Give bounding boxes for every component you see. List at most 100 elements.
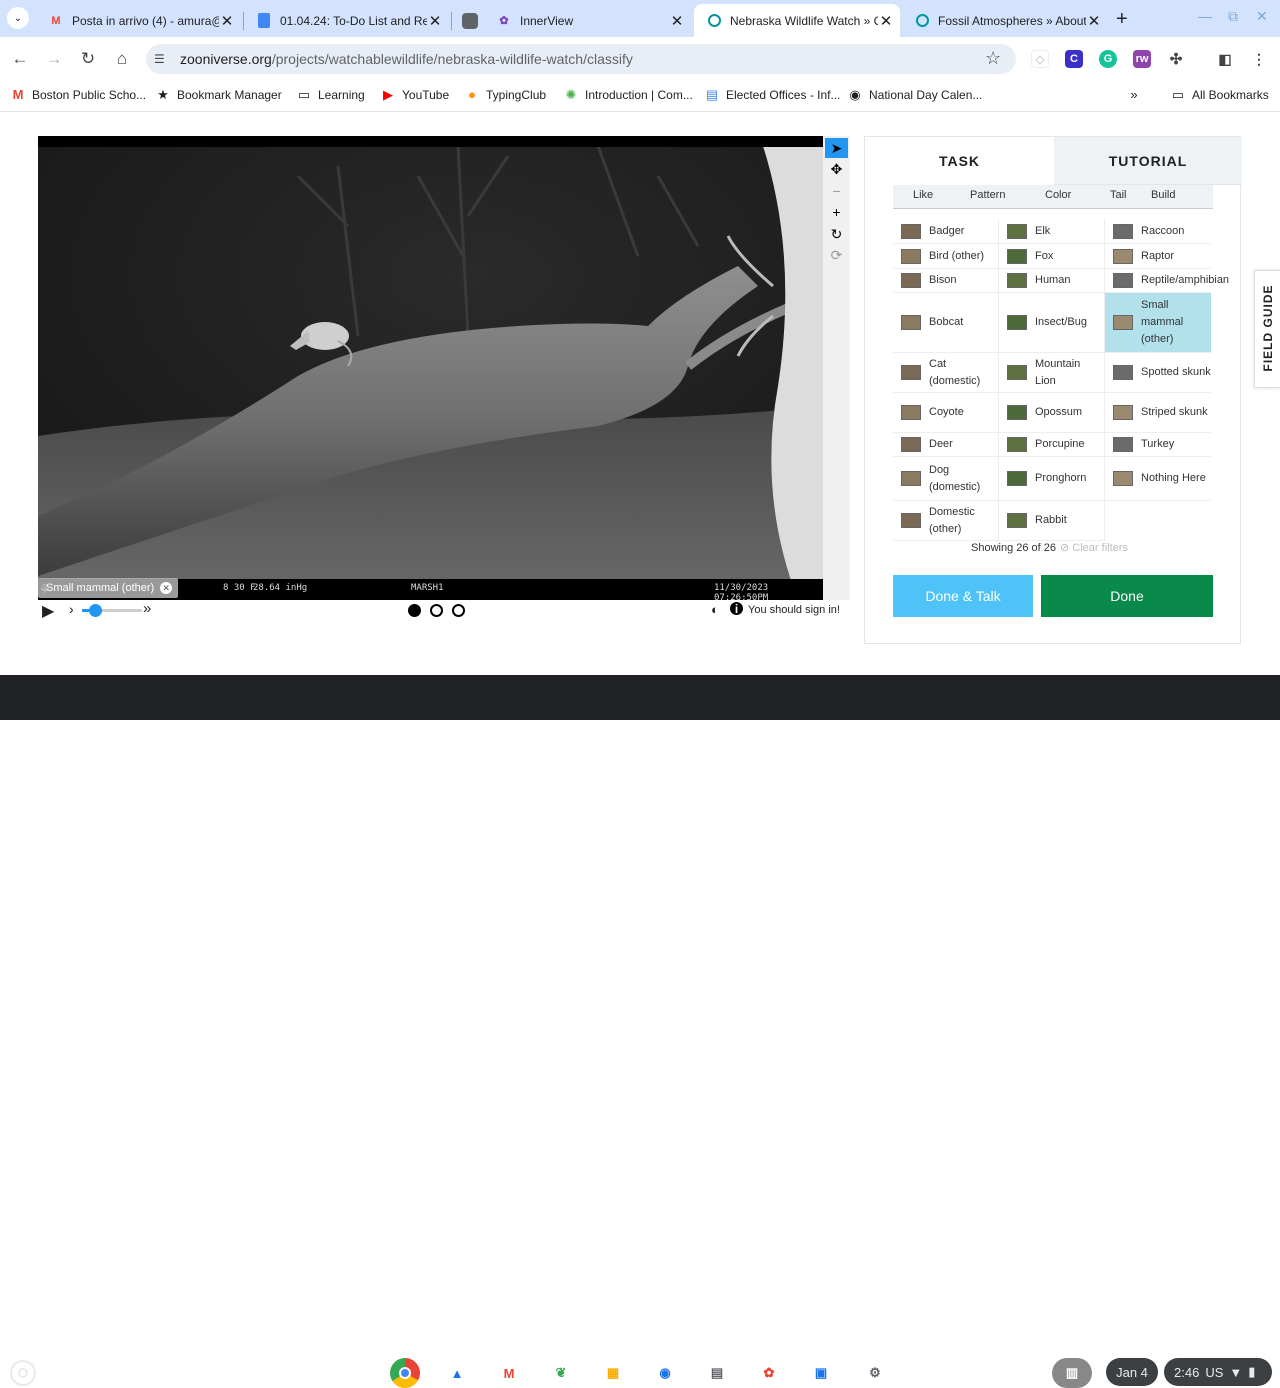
home-icon[interactable]: ⌂	[112, 49, 132, 69]
bookmark-item[interactable]: ◉ National Day Calen...	[847, 87, 982, 103]
species-option-small-mammal-other[interactable]: Small mammal (other)	[1105, 293, 1211, 353]
tab-gmail[interactable]: M Posta in arrivo (4) - amura@ ✕	[36, 4, 241, 37]
close-icon[interactable]: ✕	[878, 12, 894, 30]
bookmarks-overflow-icon[interactable]: »	[1126, 87, 1148, 102]
speed-slider-thumb[interactable]	[89, 604, 102, 617]
sign-in-notice[interactable]: You should sign in!	[748, 604, 840, 616]
species-option-opossum[interactable]: Opossum	[999, 393, 1105, 433]
bookmark-item[interactable]: ▶ YouTube	[380, 87, 449, 103]
remove-chip-icon[interactable]: ✕	[160, 582, 173, 594]
species-option-bison[interactable]: Bison	[893, 269, 999, 293]
species-option-badger[interactable]: Badger	[893, 219, 999, 244]
slower-icon[interactable]: ›	[69, 601, 74, 617]
tab-nebraska-wildlife-watch[interactable]: Nebraska Wildlife Watch » C ✕	[694, 4, 900, 37]
forward-icon[interactable]: →	[44, 49, 64, 69]
info-icon[interactable]: i	[730, 602, 743, 616]
address-bar[interactable]: ☰ zooniverse.org/projects/watchablewildl…	[146, 44, 1016, 74]
species-option-raptor[interactable]: Raptor	[1105, 244, 1211, 269]
species-option-coyote[interactable]: Coyote	[893, 393, 999, 433]
classroom-leaf-icon[interactable]: ❦	[546, 1358, 576, 1388]
species-option-fox[interactable]: Fox	[999, 244, 1105, 269]
tab-innerview[interactable]: ✿ InnerView ✕	[484, 4, 691, 37]
move-icon[interactable]: ✥	[825, 159, 848, 179]
print-icon[interactable]: ▤	[702, 1358, 732, 1388]
play-icon[interactable]: ▶	[42, 601, 54, 621]
bookmark-item[interactable]: ▤ Elected Offices - Inf...	[704, 87, 841, 103]
extensions-puzzle-icon[interactable]: ✣	[1167, 50, 1185, 68]
extension-rw-icon[interactable]: rw	[1133, 50, 1151, 68]
close-icon[interactable]: ✕	[669, 12, 685, 30]
extension-c-icon[interactable]: C	[1065, 50, 1083, 68]
filter-tail[interactable]: Tail	[1110, 189, 1127, 201]
rotate-icon[interactable]: ↻	[825, 224, 848, 244]
tab-docs[interactable]: 01.04.24: To-Do List and Re ✕	[244, 4, 449, 37]
frame-dot[interactable]	[408, 604, 421, 617]
done-button[interactable]: Done	[1041, 575, 1213, 617]
drive-icon[interactable]: ▲	[442, 1358, 472, 1388]
launcher-button[interactable]	[10, 1360, 36, 1386]
species-option-deer[interactable]: Deer	[893, 433, 999, 457]
bookmark-star-icon[interactable]: ☆	[985, 48, 1001, 69]
species-option-bobcat[interactable]: Bobcat	[893, 293, 999, 353]
species-option-porcupine[interactable]: Porcupine	[999, 433, 1105, 457]
tab-fossil-atmospheres[interactable]: Fossil Atmospheres » About ✕	[902, 4, 1108, 37]
done-and-talk-button[interactable]: Done & Talk	[893, 575, 1033, 617]
date-tray[interactable]: Jan 4	[1106, 1358, 1158, 1386]
species-option-elk[interactable]: Elk	[999, 219, 1105, 244]
bookmark-folder[interactable]: ▭ Learning	[296, 87, 365, 103]
species-option-reptile-amphibian[interactable]: Reptile/amphibian	[1105, 269, 1229, 293]
species-option-turkey[interactable]: Turkey	[1105, 433, 1211, 457]
camera-icon[interactable]: ◉	[650, 1358, 680, 1388]
tab-search-button[interactable]: ⌄	[7, 7, 29, 29]
restore-icon[interactable]: ⧉	[1228, 8, 1238, 25]
tab-task[interactable]: TASK	[865, 137, 1054, 185]
extension-shield-icon[interactable]: ◇	[1031, 50, 1049, 68]
species-option-insect-bug[interactable]: Insect/Bug	[999, 293, 1105, 353]
bookmark-item[interactable]: M Boston Public Scho...	[10, 87, 147, 102]
close-icon[interactable]: ✕	[219, 12, 235, 30]
reset-icon[interactable]: ⟳	[825, 245, 848, 265]
settings-gear-icon[interactable]: ⚙	[860, 1358, 890, 1388]
site-info-icon[interactable]: ☰	[154, 52, 170, 66]
close-icon[interactable]: ✕	[1086, 12, 1102, 30]
species-option-nothing-here[interactable]: Nothing Here	[1105, 457, 1211, 501]
filter-build[interactable]: Build	[1151, 189, 1175, 201]
close-icon[interactable]: ✕	[427, 12, 443, 30]
species-option-dog-domestic[interactable]: Dog (domestic)	[893, 457, 999, 501]
filter-like[interactable]: Like	[913, 189, 933, 201]
tab-pinned-app[interactable]	[450, 4, 486, 37]
holding-space-icon[interactable]: ▥	[1052, 1358, 1092, 1388]
species-option-human[interactable]: Human	[999, 269, 1105, 293]
filter-color[interactable]: Color	[1045, 189, 1071, 201]
meet-icon[interactable]: ▣	[806, 1358, 836, 1388]
close-window-icon[interactable]: ✕	[1256, 8, 1268, 25]
zoom-in-icon[interactable]: +	[825, 202, 848, 222]
clear-filters-button[interactable]: ⊘ Clear filters	[1060, 542, 1128, 554]
chrome-icon[interactable]	[390, 1358, 420, 1388]
subject-image[interactable]: ⚘ 8 30 F 28.64 inHg MARSH1 11/30/2023 07…	[38, 136, 823, 600]
tab-tutorial[interactable]: TUTORIAL	[1054, 137, 1242, 185]
species-option-domestic-other[interactable]: Domestic (other)	[893, 501, 999, 541]
gmail-icon[interactable]: M	[494, 1358, 524, 1388]
frame-dot[interactable]	[430, 604, 443, 617]
filter-pattern[interactable]: Pattern	[970, 189, 1005, 201]
bookmark-item[interactable]: ★ Bookmark Manager	[155, 87, 282, 103]
grammarly-icon[interactable]: G	[1099, 50, 1117, 68]
field-guide-tab[interactable]: FIELD GUIDE	[1254, 270, 1280, 388]
species-option-mountain-lion[interactable]: Mountain Lion	[999, 353, 1105, 393]
species-option-striped-skunk[interactable]: Striped skunk	[1105, 393, 1211, 433]
reload-icon[interactable]: ↻	[78, 49, 98, 69]
species-option-raccoon[interactable]: Raccoon	[1105, 219, 1211, 244]
status-tray[interactable]: 2:46 US ▼ ▮	[1164, 1358, 1272, 1386]
selected-species-chip[interactable]: Small mammal (other) ✕	[38, 578, 179, 598]
all-bookmarks-folder[interactable]: ▭ All Bookmarks	[1170, 87, 1269, 103]
frame-dot[interactable]	[452, 604, 465, 617]
species-option-pronghorn[interactable]: Pronghorn	[999, 457, 1105, 501]
minimize-icon[interactable]: —	[1198, 8, 1212, 24]
new-tab-button[interactable]: +	[1116, 8, 1128, 31]
species-option-rabbit[interactable]: Rabbit	[999, 501, 1105, 541]
species-option-spotted-skunk[interactable]: Spotted skunk	[1105, 353, 1211, 393]
zoom-out-icon[interactable]: −	[825, 181, 848, 201]
browser-menu-icon[interactable]: ⋮	[1250, 50, 1268, 68]
annotate-pointer-icon[interactable]: ➤	[825, 138, 848, 158]
